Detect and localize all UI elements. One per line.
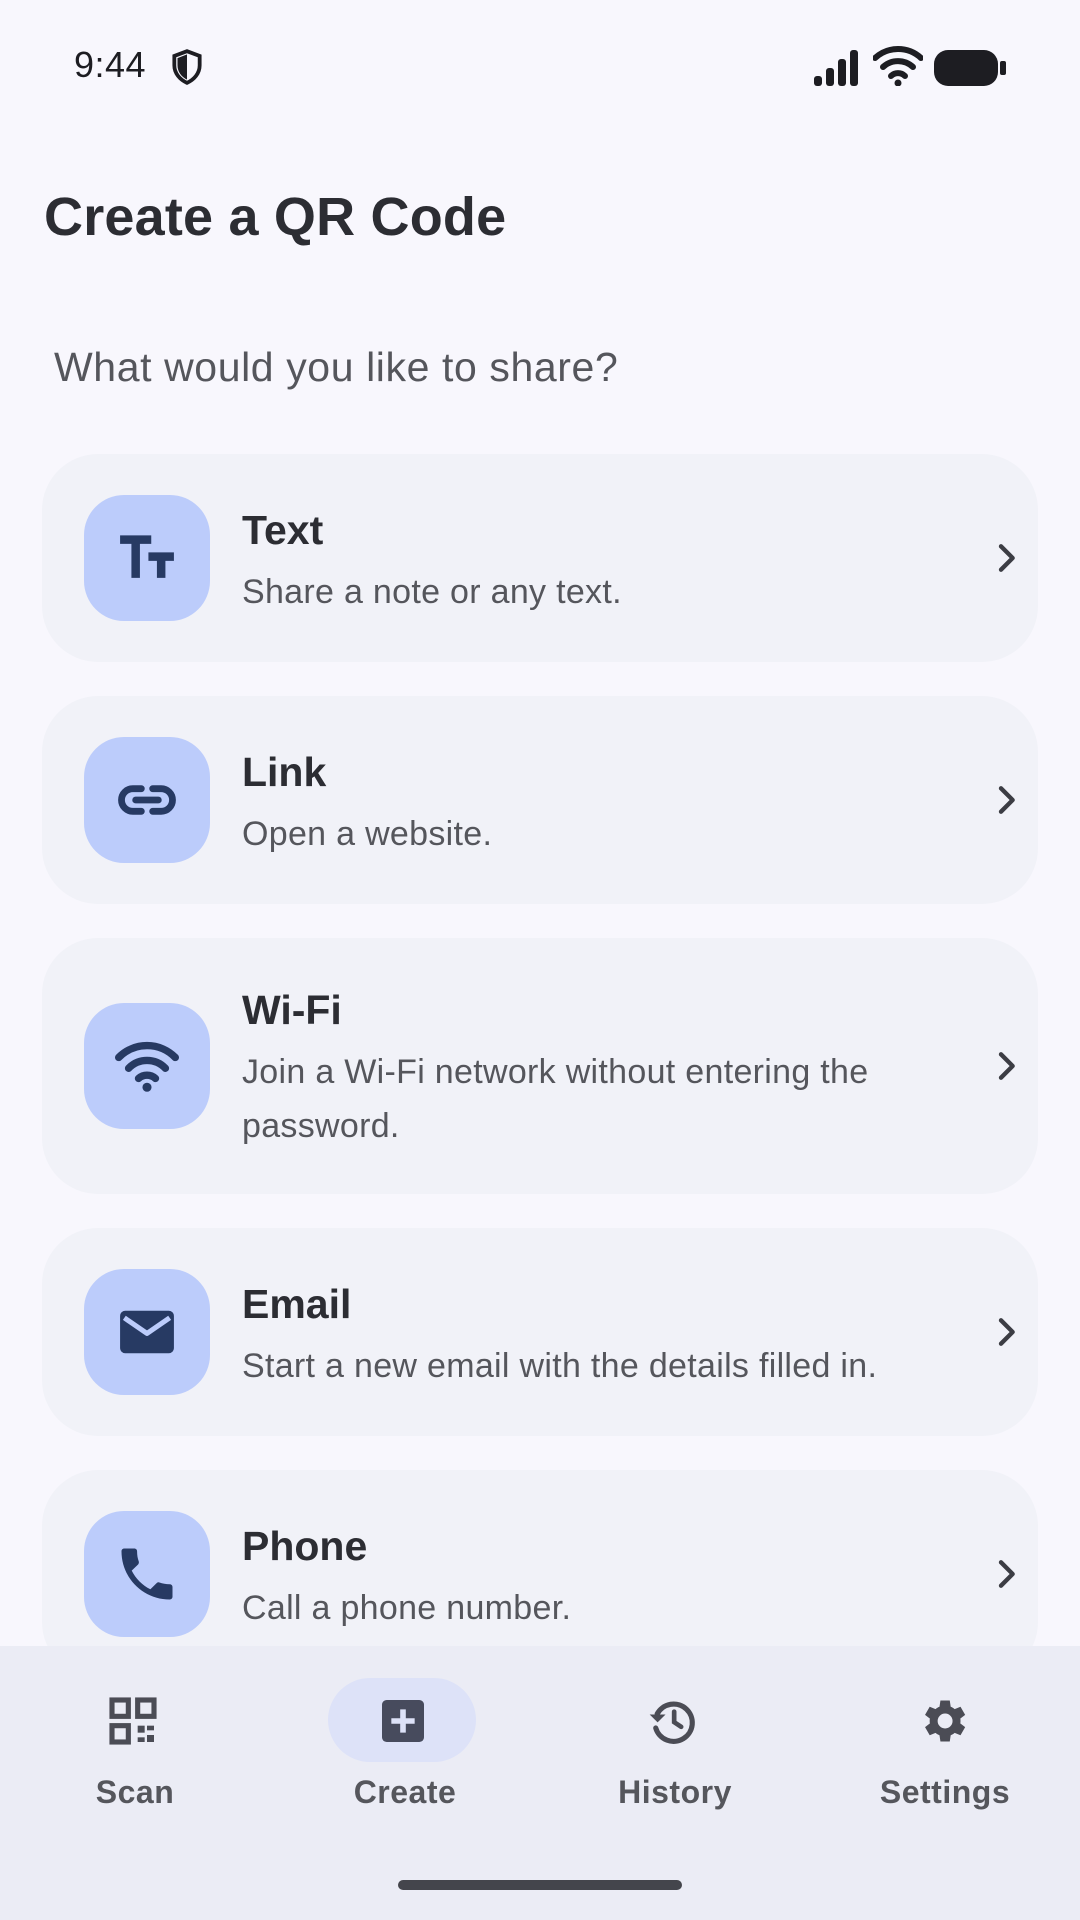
chevron-right-icon xyxy=(998,544,1015,572)
gear-icon xyxy=(925,1700,966,1742)
option-description: Call a phone number. xyxy=(242,1589,572,1627)
phone-icon xyxy=(84,1511,210,1637)
wifi-icon xyxy=(873,46,923,86)
chevron-right-icon xyxy=(998,1318,1015,1346)
page-subtitle: What would you like to share? xyxy=(54,344,619,390)
chevron-right-icon xyxy=(998,786,1015,814)
nav-label: Scan xyxy=(95,1774,175,1810)
signal-icon xyxy=(814,50,858,86)
option-title: Phone xyxy=(242,1523,368,1569)
text-format-icon xyxy=(84,495,210,621)
option-title: Text xyxy=(242,507,324,553)
option-title: Wi-Fi xyxy=(242,987,342,1033)
page-title: Create a QR Code xyxy=(44,187,507,247)
link-icon xyxy=(84,737,210,863)
history-icon xyxy=(649,1701,695,1744)
option-link[interactable]: Link Open a website. xyxy=(42,696,1038,904)
chevron-right-icon xyxy=(998,1052,1015,1080)
wifi-icon xyxy=(84,1003,210,1129)
bottom-navigation: Scan Create History Settings xyxy=(0,1646,1080,1920)
status-time: 9:44 xyxy=(74,44,147,85)
nav-item-history[interactable]: History xyxy=(540,1646,810,1826)
option-description: Join a Wi-Fi network without entering th… xyxy=(242,1053,869,1145)
mail-icon xyxy=(84,1269,210,1395)
option-title: Link xyxy=(242,749,327,795)
nav-label: Settings xyxy=(879,1774,1011,1810)
chevron-right-icon xyxy=(998,1560,1015,1588)
nav-label: History xyxy=(618,1774,732,1810)
option-wifi[interactable]: Wi-Fi Join a Wi-Fi network without enter… xyxy=(42,938,1038,1194)
option-description: Open a website. xyxy=(242,815,493,853)
battery-icon xyxy=(934,50,1006,86)
option-description: Start a new email with the details fille… xyxy=(242,1347,878,1385)
option-email[interactable]: Email Start a new email with the details… xyxy=(42,1228,1038,1436)
add-box-icon xyxy=(382,1700,424,1742)
option-description: Share a note or any text. xyxy=(242,573,622,611)
nav-item-scan[interactable]: Scan xyxy=(0,1646,270,1826)
create-qr-screen: 9:44 Create a QR Code What would you lik… xyxy=(0,0,1080,1920)
nav-label: Create xyxy=(353,1774,457,1810)
option-title: Email xyxy=(242,1281,352,1327)
status-bar: 9:44 xyxy=(0,0,1080,136)
home-indicator[interactable] xyxy=(398,1880,682,1890)
nav-item-create[interactable]: Create xyxy=(270,1646,540,1826)
qr-scan-icon xyxy=(109,1697,157,1745)
nav-item-settings[interactable]: Settings xyxy=(810,1646,1080,1826)
option-text[interactable]: Text Share a note or any text. xyxy=(42,454,1038,662)
shield-icon xyxy=(172,49,202,85)
